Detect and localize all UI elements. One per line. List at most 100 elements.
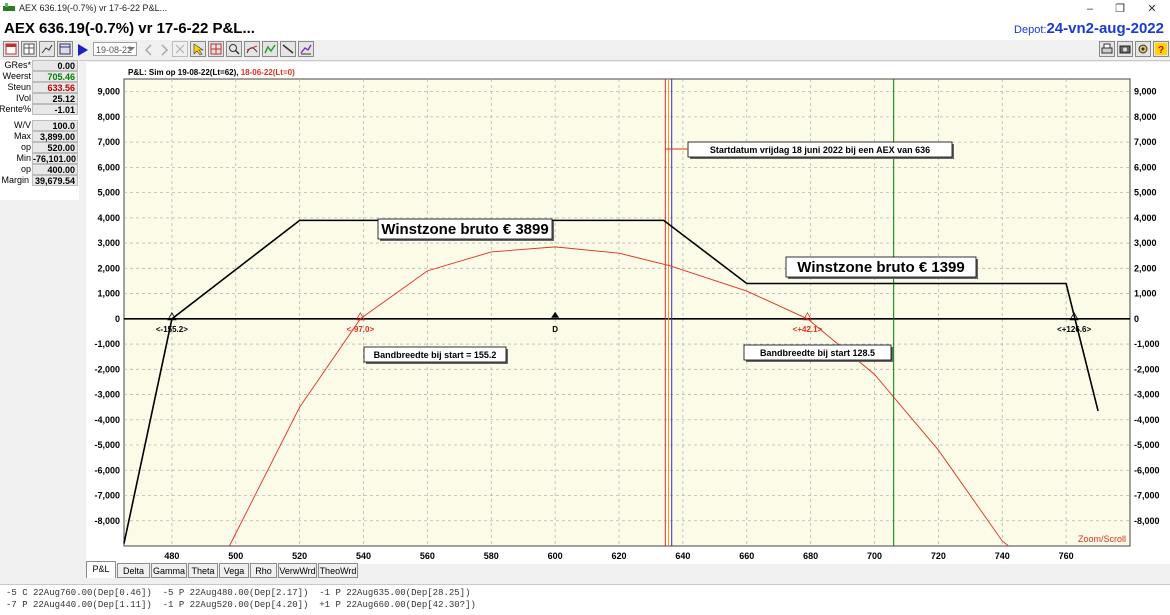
line-icon[interactable] [280,41,296,57]
nav-right-icon[interactable] [157,43,171,60]
y-tick-label-left: 1,000 [97,289,120,299]
chart-header: P&L: Sim op 19-08-22(Lt=62), 18-06-22(Lt… [128,68,295,77]
y-tick-label-right: 7,000 [1134,137,1157,147]
stat-value: 3,899.00 [32,131,78,142]
x-tick-label: 640 [675,551,690,561]
y-tick-label-right: 5,000 [1134,188,1157,198]
x-tick-label: 760 [1059,551,1074,561]
stat-row: IVol 25.12 [0,93,79,104]
window-title: AEX 636.19(-0.7%) vr 17-6-22 P&L... [19,3,168,13]
y-tick-label-right: -8,000 [1134,516,1160,526]
zoom-icon[interactable] [226,41,242,57]
x-tick-label: 720 [931,551,946,561]
table-icon[interactable] [57,41,73,57]
y-tick-label-left: -7,000 [94,491,120,501]
header: AEX 636.19(-0.7%) vr 17-6-22 P&L... Depo… [0,18,1170,40]
stat-value: 100.0 [32,120,78,131]
stat-value: 25.12 [32,93,78,104]
settings-icon[interactable] [1135,41,1151,57]
toolbar: 19-08-22 ? [0,40,1170,61]
y-tick-label-left: -2,000 [94,364,120,374]
help-icon[interactable]: ? [1153,41,1169,57]
stat-value: 705.46 [32,71,78,82]
y-tick-label-right: 4,000 [1134,213,1157,223]
annotation-text: Winstzone bruto € 3899 [381,221,548,238]
marker-label: D [552,325,558,334]
calendar-icon[interactable] [3,41,19,57]
y-tick-label-left: -3,000 [94,390,120,400]
tab-rho[interactable]: Rho [250,563,277,578]
stat-label: IVol [15,93,31,103]
depot-value: 24-vn2-aug-2022 [1046,20,1164,37]
curve-icon[interactable] [244,41,260,57]
y-tick-label-left: 3,000 [97,238,120,248]
stat-label: W/V [14,120,31,130]
y-tick-label-right: 9,000 [1134,87,1157,97]
tab-theta[interactable]: Theta [188,563,218,578]
nav-left-icon[interactable] [142,43,156,60]
x-tick-label: 520 [292,551,307,561]
chart-icon[interactable] [39,41,55,57]
minimize-button[interactable]: – [1076,1,1104,17]
x-tick-label: 500 [228,551,243,561]
x-tick-label: 560 [420,551,435,561]
x-tick-label: 480 [164,551,179,561]
stat-row: GRes* 0.00 [0,60,79,71]
stat-label: Max [13,131,31,141]
y-tick-label-right: 6,000 [1134,162,1157,172]
stat-label: op [20,142,31,152]
x-tick-label: 660 [739,551,754,561]
tab-delta[interactable]: Delta [117,563,150,578]
cross-icon[interactable] [172,41,188,57]
restore-button[interactable]: ❐ [1106,1,1134,17]
plot-background [123,78,1131,547]
tab-pl[interactable]: P&L [86,561,116,578]
close-button[interactable]: ✕ [1138,1,1166,17]
arrow-right-icon[interactable] [77,43,89,60]
marker-label: <-155.2> [156,325,188,334]
tab-verwwrd[interactable]: VerwWrd [278,563,317,578]
stat-row: Max 3,899.00 [0,131,79,142]
graph-icon[interactable] [262,41,278,57]
zoom-scroll-label: Zoom/Scroll [1078,534,1126,544]
tab-vega[interactable]: Vega [219,563,249,578]
grid-icon[interactable] [21,41,37,57]
chart-header-black: P&L: Sim op 19-08-22(Lt=62), [128,68,241,77]
stat-value: 0.00 [32,60,78,71]
pnl-chart[interactable]: P&L: Sim op 19-08-22(Lt=62), 18-06-22(Lt… [86,62,1170,564]
stat-value: -1.01 [32,104,78,115]
tab-theowrd[interactable]: TheoWrd [318,563,358,578]
y-tick-label-right: 0 [1134,314,1139,324]
positions-line-2: -7 P 22Aug440.00(Dep[1.11]) -1 P 22Aug52… [6,600,476,610]
marker-label: <+126.6> [1057,325,1091,334]
depot-caption: Depot: [1014,24,1047,36]
y-tick-label-right: 3,000 [1134,238,1157,248]
chart-area[interactable]: P&L: Sim op 19-08-22(Lt=62), 18-06-22(Lt… [86,62,1170,564]
y-tick-label-left: 8,000 [97,112,120,122]
tab-gamma[interactable]: Gamma [151,563,187,578]
chart-line-icon[interactable] [298,41,314,57]
stat-label: op [20,164,31,174]
y-tick-label-right: -3,000 [1134,390,1160,400]
camera-icon[interactable] [1117,41,1133,57]
stat-row: Rente% -1.01 [0,104,79,115]
stat-value: -76,101.00 [32,153,78,164]
y-tick-label-left: -5,000 [94,440,120,450]
stat-label: Weerst [2,71,31,81]
y-tick-label-right: -5,000 [1134,440,1160,450]
dropdown-icon[interactable] [126,44,136,57]
y-tick-label-left: 6,000 [97,162,120,172]
y-tick-label-left: -1,000 [94,339,120,349]
svg-text:?: ? [1158,45,1164,56]
y-tick-label-right: 1,000 [1134,289,1157,299]
y-tick-label-right: -6,000 [1134,465,1160,475]
y-tick-label-left: 0 [115,314,120,324]
stat-row: op 520.00 [0,142,79,153]
stat-row: Min -76,101.00 [0,153,79,164]
y-tick-label-left: 5,000 [97,188,120,198]
grid-select-icon[interactable] [208,41,224,57]
pointer-icon[interactable] [190,41,206,57]
stat-value: 633.56 [32,82,78,93]
y-tick-label-left: -4,000 [94,415,120,425]
print-icon[interactable] [1099,41,1115,57]
